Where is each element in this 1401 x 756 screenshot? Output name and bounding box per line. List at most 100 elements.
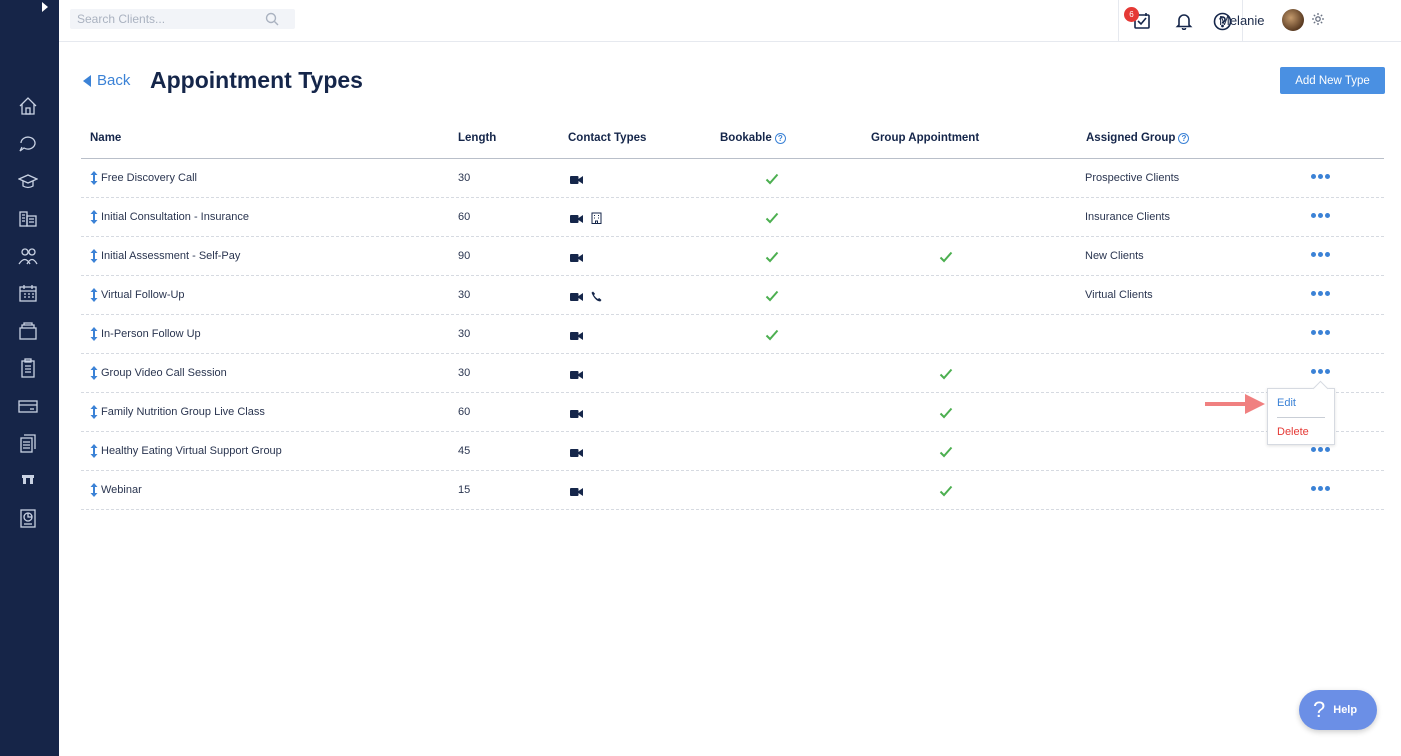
question-icon[interactable]: ? xyxy=(1178,132,1190,144)
bookable-check-icon xyxy=(765,211,779,224)
sidebar xyxy=(0,0,59,756)
bell-icon[interactable] xyxy=(1173,10,1195,32)
row-contact-types xyxy=(570,172,583,190)
more-actions-icon[interactable] xyxy=(1311,252,1330,257)
drag-handle-icon[interactable] xyxy=(90,171,98,185)
group-check-icon xyxy=(939,484,953,497)
row-length: 90 xyxy=(458,250,471,262)
back-label: Back xyxy=(97,72,131,89)
row-name: Group Video Call Session xyxy=(101,367,227,379)
building-icon xyxy=(591,211,602,229)
more-actions-icon[interactable] xyxy=(1311,330,1330,335)
more-actions-icon[interactable] xyxy=(1311,486,1330,491)
help-label: Help xyxy=(1333,704,1358,716)
back-link[interactable]: Back xyxy=(83,72,130,89)
clipboard-icon[interactable] xyxy=(17,357,39,379)
drag-handle-icon[interactable] xyxy=(90,288,98,302)
search-icon[interactable] xyxy=(265,12,279,26)
bookable-check-icon xyxy=(765,250,779,263)
video-camera-icon xyxy=(570,172,583,190)
group-check-icon xyxy=(939,367,953,380)
more-actions-icon[interactable] xyxy=(1311,174,1330,179)
more-actions-icon[interactable] xyxy=(1311,213,1330,218)
more-actions-icon[interactable] xyxy=(1311,369,1330,374)
row-name: Healthy Eating Virtual Support Group xyxy=(101,445,282,457)
table-row[interactable]: Initial Assessment - Self-Pay 90 New Clien… xyxy=(81,237,1384,276)
back-arrow-icon xyxy=(83,74,91,87)
table-row[interactable]: Initial Consultation - Insurance 60 Insura… xyxy=(81,198,1384,237)
row-assigned-group: Insurance Clients xyxy=(1085,211,1170,223)
row-length: 45 xyxy=(458,445,471,457)
table-row[interactable]: In-Person Follow Up 30 xyxy=(81,315,1384,354)
calendar-icon[interactable] xyxy=(17,282,39,304)
row-contact-types xyxy=(570,406,583,424)
row-assigned-group: Prospective Clients xyxy=(1085,172,1180,184)
video-camera-icon xyxy=(570,211,583,229)
question-icon: ? xyxy=(1313,697,1326,722)
home-icon[interactable] xyxy=(17,95,39,117)
billing-icon[interactable] xyxy=(17,395,39,417)
drag-handle-icon[interactable] xyxy=(90,249,98,263)
courses-icon[interactable] xyxy=(17,170,39,192)
drag-handle-icon[interactable] xyxy=(90,405,98,419)
menu-divider xyxy=(1277,417,1325,418)
row-contact-types xyxy=(570,289,602,307)
row-contact-types xyxy=(570,328,583,346)
page-title: Appointment Types xyxy=(150,67,363,93)
store-icon[interactable] xyxy=(17,469,39,491)
table-row[interactable]: Family Nutrition Group Live Class 60 xyxy=(81,393,1384,432)
user-name[interactable]: Melanie xyxy=(1219,13,1265,28)
add-new-type-button[interactable]: Add New Type xyxy=(1280,67,1385,94)
row-assigned-group: New Clients xyxy=(1085,250,1144,262)
row-contact-types xyxy=(570,211,602,229)
table-row[interactable]: Healthy Eating Virtual Support Group 45 xyxy=(81,432,1384,471)
practice-icon[interactable] xyxy=(17,207,39,229)
clients-icon[interactable] xyxy=(17,245,39,267)
drag-handle-icon[interactable] xyxy=(90,444,98,458)
drag-handle-icon[interactable] xyxy=(90,366,98,380)
delete-menu-item[interactable]: Delete xyxy=(1277,426,1309,438)
table-row[interactable]: Virtual Follow-Up 30 Virtual Clients xyxy=(81,276,1384,315)
search-box xyxy=(70,9,295,29)
column-header-assigned-group: Assigned Group? xyxy=(1086,132,1190,144)
appointment-types-table: Name Length Contact Types Bookable? Grou… xyxy=(81,120,1384,510)
search-input[interactable] xyxy=(70,9,260,29)
table-row[interactable]: Free Discovery Call 30 Prospective Clients xyxy=(81,159,1384,198)
column-header-bookable: Bookable? xyxy=(720,132,786,144)
messages-icon[interactable] xyxy=(17,132,39,154)
topbar-divider xyxy=(1118,0,1119,42)
gear-icon[interactable] xyxy=(1311,12,1325,26)
edit-menu-item[interactable]: Edit xyxy=(1277,397,1296,409)
video-camera-icon xyxy=(570,250,583,268)
question-icon[interactable]: ? xyxy=(774,132,786,144)
row-length: 30 xyxy=(458,328,471,340)
drag-handle-icon[interactable] xyxy=(90,483,98,497)
row-length: 30 xyxy=(458,172,471,184)
help-button[interactable]: ? Help xyxy=(1299,690,1377,730)
table-row[interactable]: Group Video Call Session 30 xyxy=(81,354,1384,393)
video-camera-icon xyxy=(570,289,583,307)
bookable-check-icon xyxy=(765,172,779,185)
folder-icon[interactable] xyxy=(17,320,39,342)
expand-sidebar-icon[interactable] xyxy=(41,2,49,12)
table-row[interactable]: Webinar 15 xyxy=(81,471,1384,510)
avatar[interactable] xyxy=(1282,9,1304,31)
column-header-contact-types: Contact Types xyxy=(568,132,647,144)
video-camera-icon xyxy=(570,367,583,385)
video-camera-icon xyxy=(570,445,583,463)
drag-handle-icon[interactable] xyxy=(90,327,98,341)
row-name: Free Discovery Call xyxy=(101,172,197,184)
row-length: 15 xyxy=(458,484,471,496)
analytics-icon[interactable] xyxy=(17,507,39,529)
annotation-arrow-icon xyxy=(1205,394,1265,414)
phone-icon xyxy=(591,289,602,307)
drag-handle-icon[interactable] xyxy=(90,210,98,224)
row-name: Virtual Follow-Up xyxy=(101,289,185,301)
row-actions-menu: Edit Delete xyxy=(1267,388,1335,445)
notification-badge: 6 xyxy=(1124,7,1139,22)
row-contact-types xyxy=(570,367,583,385)
more-actions-icon[interactable] xyxy=(1311,291,1330,296)
reports-icon[interactable] xyxy=(17,432,39,454)
row-name: In-Person Follow Up xyxy=(101,328,201,340)
more-actions-icon[interactable] xyxy=(1311,447,1330,452)
